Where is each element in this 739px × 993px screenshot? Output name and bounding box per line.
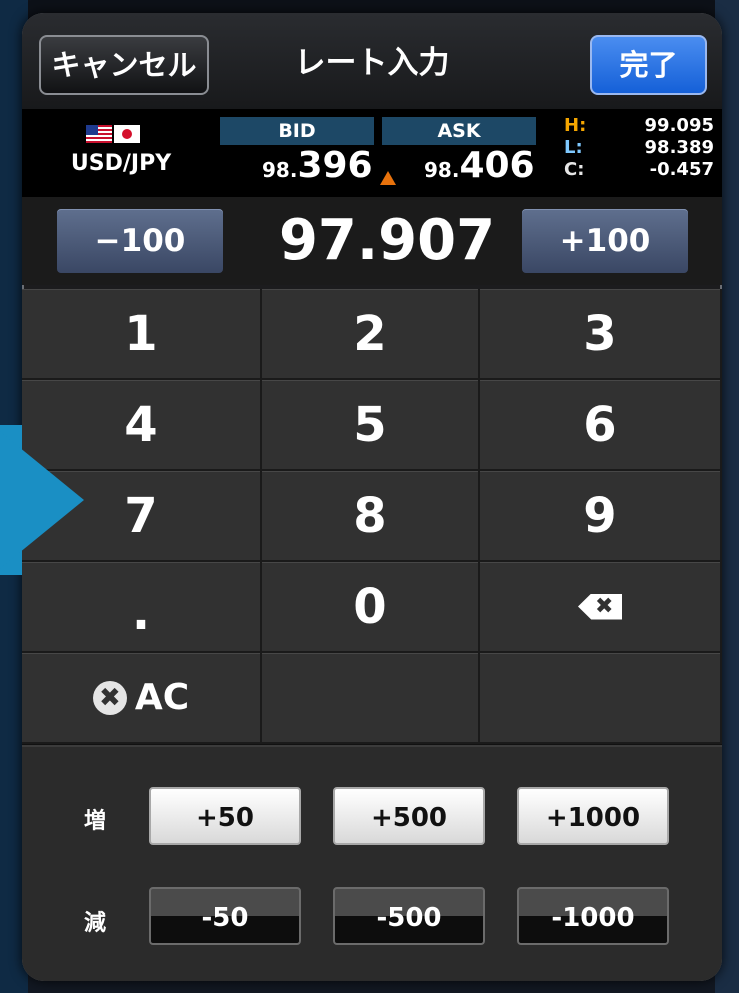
ask-price: 98.406 (424, 145, 535, 186)
plus-1000-button[interactable]: +1000 (517, 787, 669, 845)
stat-low: L: 98.389 (564, 137, 714, 159)
ask-label: ASK (382, 117, 536, 145)
all-clear-label: AC (134, 677, 190, 718)
key-2[interactable]: 2 (262, 289, 480, 380)
key-6[interactable]: 6 (480, 380, 722, 471)
empty-key-right (480, 653, 722, 744)
stat-change-key: C: (564, 159, 585, 180)
plus-100-button[interactable]: +100 (522, 209, 688, 273)
stat-high: H: 99.095 (564, 115, 714, 137)
price-stats: H: 99.095 L: 98.389 C: -0.457 (564, 115, 714, 181)
key-1[interactable]: 1 (22, 289, 262, 380)
stat-low-key: L: (564, 137, 583, 158)
ask-price-prefix: 98. (424, 158, 460, 182)
key-decimal[interactable]: . (22, 562, 262, 653)
modal-title: レート入力 (294, 45, 450, 81)
minus-1000-button[interactable]: -1000 (517, 887, 669, 945)
backspace-icon: ✖ (578, 593, 622, 620)
stat-high-key: H: (564, 115, 587, 136)
stat-high-value: 99.095 (644, 115, 714, 136)
key-0[interactable]: 0 (262, 562, 480, 653)
bid-label: BID (220, 117, 374, 145)
up-triangle-icon (380, 171, 396, 185)
us-flag-icon (86, 125, 112, 143)
bid-price-prefix: 98. (262, 158, 298, 182)
currency-pair: USD/JPY (70, 151, 172, 176)
ask-price-pips: 406 (459, 145, 535, 186)
cancel-button[interactable]: キャンセル (39, 35, 209, 95)
minus-500-button[interactable]: -500 (333, 887, 485, 945)
plus-50-button[interactable]: +50 (149, 787, 301, 845)
key-8[interactable]: 8 (262, 471, 480, 562)
stat-change-value: -0.457 (649, 159, 714, 180)
rate-input-modal: キャンセル レート入力 完了 USD/JPY BID ASK 98.396 98… (22, 13, 722, 981)
minus-50-button[interactable]: -50 (149, 887, 301, 945)
plus-500-button[interactable]: +500 (333, 787, 485, 845)
all-clear-key[interactable]: ✖ AC (22, 653, 262, 744)
currency-flags (86, 125, 140, 143)
pointer-arrow-icon (0, 425, 84, 575)
rate-value-display: 97.907 (278, 208, 496, 273)
numeric-keypad: 1 2 3 4 5 6 7 8 9 . 0 ✖ ✖ AC (22, 289, 722, 745)
key-3[interactable]: 3 (480, 289, 722, 380)
decrease-label: 減 (84, 911, 107, 936)
backspace-key[interactable]: ✖ (480, 562, 722, 653)
key-5[interactable]: 5 (262, 380, 480, 471)
increase-label: 増 (84, 809, 107, 834)
quote-panel: USD/JPY BID ASK 98.396 98.406 H: 99.095 … (22, 109, 722, 197)
modal-header: キャンセル レート入力 完了 (22, 13, 722, 109)
empty-key-middle (262, 653, 480, 744)
done-button[interactable]: 完了 (590, 35, 707, 95)
stat-change: C: -0.457 (564, 159, 714, 181)
stat-low-value: 98.389 (644, 137, 714, 158)
japan-flag-icon (114, 125, 140, 143)
bid-price: 98.396 (262, 145, 373, 186)
backspace-x-glyph: ✖ (595, 593, 614, 619)
clear-circle-icon: ✖ (92, 680, 127, 715)
step-adjust-panel: 増 +50 +500 +1000 減 -50 -500 -1000 (22, 745, 722, 981)
rate-input-row: −100 97.907 +100 (22, 197, 722, 285)
bid-price-pips: 396 (297, 145, 373, 186)
all-clear-content: ✖ AC (92, 677, 190, 718)
minus-100-button[interactable]: −100 (57, 209, 223, 273)
key-9[interactable]: 9 (480, 471, 722, 562)
